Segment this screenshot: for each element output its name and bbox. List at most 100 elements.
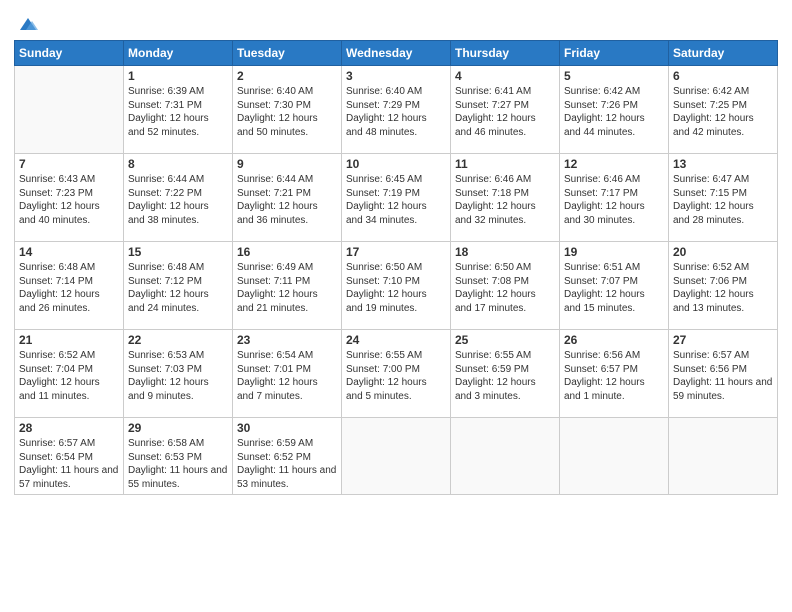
calendar-header-tuesday: Tuesday (233, 41, 342, 66)
calendar-cell: 2 Sunrise: 6:40 AMSunset: 7:30 PMDaylight… (233, 66, 342, 154)
calendar-cell: 30 Sunrise: 6:59 AMSunset: 6:52 PMDayligh… (233, 418, 342, 495)
calendar-cell (669, 418, 778, 495)
day-number: 2 (237, 69, 337, 83)
sunrise-text: Sunrise: 6:40 AM (237, 85, 337, 99)
calendar-week-1: 1Sunrise: 6:39 AMSunset: 7:31 PMDaylight… (15, 66, 778, 154)
day-number: 28 (19, 421, 119, 435)
calendar-cell: 21Sunrise: 6:52 AMSunset: 7:04 PMDayligh… (15, 330, 124, 418)
calendar-cell: 24 Sunrise: 6:55 AMSunset: 7:00 PMDayligh… (342, 330, 451, 418)
cell-details: Sunrise: 6:44 AMSunset: 7:22 PMDaylight:… (128, 173, 228, 227)
daylight-text: Daylight: 12 hours and 1 minute. (564, 376, 664, 403)
sunrise-text: Sunrise: 6:59 AM (237, 437, 337, 451)
calendar-cell (342, 418, 451, 495)
sunset-text: Sunset: 7:22 PM (128, 187, 228, 201)
day-number: 4 (455, 69, 555, 83)
calendar-cell: 10 Sunrise: 6:45 AMSunset: 7:19 PMDayligh… (342, 154, 451, 242)
day-number: 25 (455, 333, 555, 347)
day-number: 26 (564, 333, 664, 347)
sunrise-text: Sunrise: 6:48 AM (19, 261, 119, 275)
sunset-text: Sunset: 6:52 PM (237, 451, 337, 465)
cell-details: Sunrise: 6:54 AMSunset: 7:01 PMDaylight:… (237, 349, 337, 403)
daylight-text: Daylight: 12 hours and 50 minutes. (237, 112, 337, 139)
sunrise-text: Sunrise: 6:52 AM (19, 349, 119, 363)
day-number: 24 (346, 333, 446, 347)
sunset-text: Sunset: 7:27 PM (455, 99, 555, 113)
day-number: 30 (237, 421, 337, 435)
sunrise-text: Sunrise: 6:50 AM (455, 261, 555, 275)
sunrise-text: Sunrise: 6:43 AM (19, 173, 119, 187)
sunrise-text: Sunrise: 6:53 AM (128, 349, 228, 363)
calendar-cell: 25Sunrise: 6:55 AMSunset: 6:59 PMDayligh… (451, 330, 560, 418)
sunrise-text: Sunrise: 6:52 AM (673, 261, 773, 275)
logo-icon (16, 12, 38, 34)
calendar-cell: 6 Sunrise: 6:42 AMSunset: 7:25 PMDaylight… (669, 66, 778, 154)
sunset-text: Sunset: 7:31 PM (128, 99, 228, 113)
daylight-text: Daylight: 12 hours and 40 minutes. (19, 200, 119, 227)
calendar-cell: 20Sunrise: 6:52 AMSunset: 7:06 PMDayligh… (669, 242, 778, 330)
day-number: 21 (19, 333, 119, 347)
daylight-text: Daylight: 12 hours and 19 minutes. (346, 288, 446, 315)
page-container: SundayMondayTuesdayWednesdayThursdayFrid… (0, 0, 792, 612)
calendar-cell: 14Sunrise: 6:48 AMSunset: 7:14 PMDayligh… (15, 242, 124, 330)
calendar-cell: 19Sunrise: 6:51 AMSunset: 7:07 PMDayligh… (560, 242, 669, 330)
calendar-week-2: 7Sunrise: 6:43 AMSunset: 7:23 PMDaylight… (15, 154, 778, 242)
calendar-cell (15, 66, 124, 154)
sunrise-text: Sunrise: 6:39 AM (128, 85, 228, 99)
day-number: 10 (346, 157, 446, 171)
calendar-cell: 3Sunrise: 6:40 AMSunset: 7:29 PMDaylight… (342, 66, 451, 154)
sunrise-text: Sunrise: 6:55 AM (455, 349, 555, 363)
sunset-text: Sunset: 7:15 PM (673, 187, 773, 201)
sunset-text: Sunset: 6:57 PM (564, 363, 664, 377)
sunset-text: Sunset: 7:11 PM (237, 275, 337, 289)
day-number: 15 (128, 245, 228, 259)
sunrise-text: Sunrise: 6:57 AM (673, 349, 773, 363)
sunset-text: Sunset: 7:10 PM (346, 275, 446, 289)
calendar-cell: 13Sunrise: 6:47 AMSunset: 7:15 PMDayligh… (669, 154, 778, 242)
sunset-text: Sunset: 6:56 PM (673, 363, 773, 377)
calendar-table: SundayMondayTuesdayWednesdayThursdayFrid… (14, 40, 778, 495)
sunset-text: Sunset: 7:08 PM (455, 275, 555, 289)
day-number: 1 (128, 69, 228, 83)
daylight-text: Daylight: 11 hours and 53 minutes. (237, 464, 337, 491)
calendar-cell: 7Sunrise: 6:43 AMSunset: 7:23 PMDaylight… (15, 154, 124, 242)
sunrise-text: Sunrise: 6:46 AM (564, 173, 664, 187)
calendar-cell: 29Sunrise: 6:58 AMSunset: 6:53 PMDayligh… (124, 418, 233, 495)
day-number: 9 (237, 157, 337, 171)
calendar-cell: 9Sunrise: 6:44 AMSunset: 7:21 PMDaylight… (233, 154, 342, 242)
calendar-cell: 15Sunrise: 6:48 AMSunset: 7:12 PMDayligh… (124, 242, 233, 330)
sunset-text: Sunset: 7:25 PM (673, 99, 773, 113)
cell-details: Sunrise: 6:42 AMSunset: 7:25 PMDaylight:… (673, 85, 773, 139)
sunset-text: Sunset: 7:30 PM (237, 99, 337, 113)
daylight-text: Daylight: 12 hours and 42 minutes. (673, 112, 773, 139)
sunrise-text: Sunrise: 6:48 AM (128, 261, 228, 275)
calendar-cell: 16Sunrise: 6:49 AMSunset: 7:11 PMDayligh… (233, 242, 342, 330)
cell-details: Sunrise: 6:51 AMSunset: 7:07 PMDaylight:… (564, 261, 664, 315)
cell-details: Sunrise: 6:45 AMSunset: 7:19 PMDaylight:… (346, 173, 446, 227)
day-number: 6 (673, 69, 773, 83)
daylight-text: Daylight: 12 hours and 7 minutes. (237, 376, 337, 403)
daylight-text: Daylight: 12 hours and 36 minutes. (237, 200, 337, 227)
day-number: 20 (673, 245, 773, 259)
sunset-text: Sunset: 7:03 PM (128, 363, 228, 377)
day-number: 11 (455, 157, 555, 171)
calendar-cell: 12Sunrise: 6:46 AMSunset: 7:17 PMDayligh… (560, 154, 669, 242)
daylight-text: Daylight: 12 hours and 5 minutes. (346, 376, 446, 403)
day-number: 5 (564, 69, 664, 83)
cell-details: Sunrise: 6:55 AMSunset: 7:00 PMDaylight:… (346, 349, 446, 403)
day-number: 18 (455, 245, 555, 259)
sunrise-text: Sunrise: 6:57 AM (19, 437, 119, 451)
cell-details: Sunrise: 6:39 AMSunset: 7:31 PMDaylight:… (128, 85, 228, 139)
cell-details: Sunrise: 6:57 AMSunset: 6:54 PMDaylight:… (19, 437, 119, 491)
sunrise-text: Sunrise: 6:40 AM (346, 85, 446, 99)
calendar-header-monday: Monday (124, 41, 233, 66)
sunset-text: Sunset: 7:12 PM (128, 275, 228, 289)
sunset-text: Sunset: 7:18 PM (455, 187, 555, 201)
daylight-text: Daylight: 11 hours and 55 minutes. (128, 464, 228, 491)
daylight-text: Daylight: 11 hours and 57 minutes. (19, 464, 119, 491)
calendar-cell: 26Sunrise: 6:56 AMSunset: 6:57 PMDayligh… (560, 330, 669, 418)
calendar-cell: 5Sunrise: 6:42 AMSunset: 7:26 PMDaylight… (560, 66, 669, 154)
daylight-text: Daylight: 12 hours and 26 minutes. (19, 288, 119, 315)
day-number: 13 (673, 157, 773, 171)
sunrise-text: Sunrise: 6:58 AM (128, 437, 228, 451)
day-number: 23 (237, 333, 337, 347)
